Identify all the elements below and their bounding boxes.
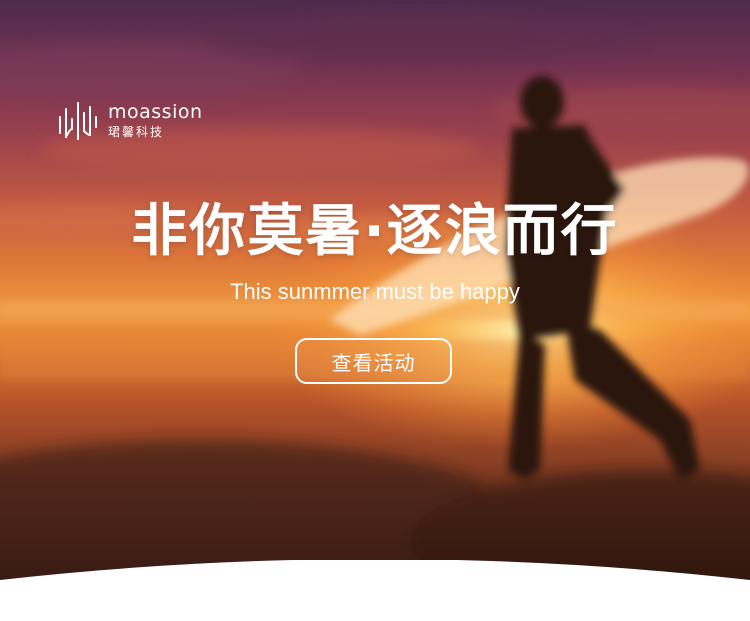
bottom-curve-divider xyxy=(0,560,750,621)
hero-banner: moassion 珺馨科技 非你莫暑·逐浪而行 This sunmmer mus… xyxy=(0,0,750,621)
brand-logo[interactable]: moassion 珺馨科技 xyxy=(58,99,203,141)
brand-name-cn: 珺馨科技 xyxy=(108,124,165,139)
view-activity-button[interactable]: 查看活动 xyxy=(295,338,452,384)
hero-headline: 非你莫暑·逐浪而行 xyxy=(131,199,619,264)
moassion-logo-icon xyxy=(59,102,97,140)
brand-name-en: moassion xyxy=(108,100,203,123)
hero-subline: This sunmmer must be happy xyxy=(230,279,520,304)
